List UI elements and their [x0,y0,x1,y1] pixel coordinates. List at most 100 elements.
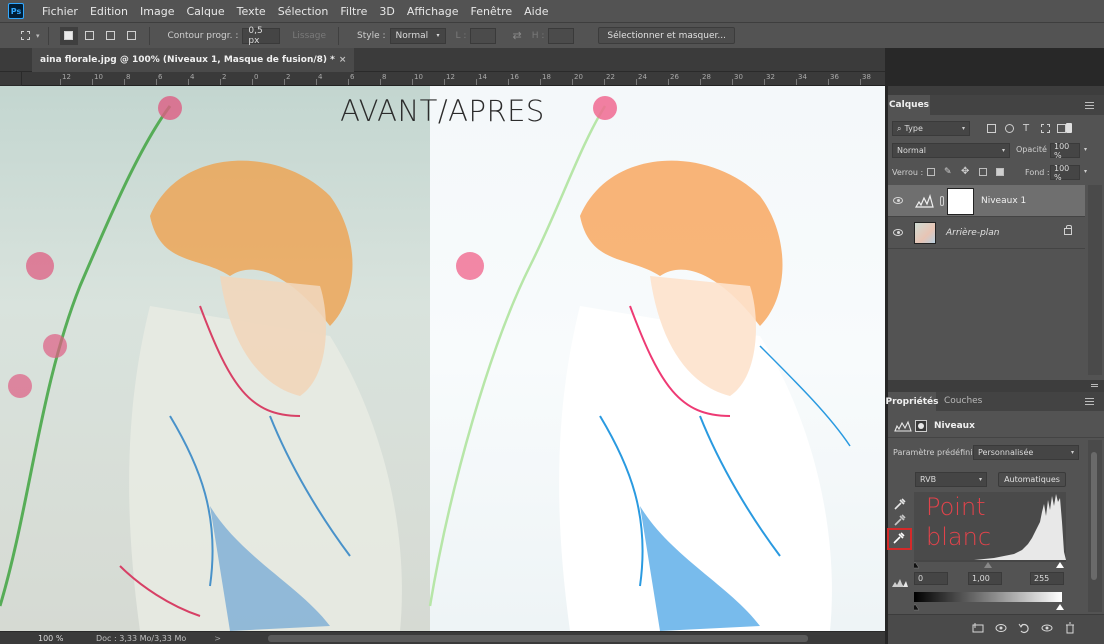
menu-selection[interactable]: Sélection [272,5,335,18]
input-levels-slider[interactable] [914,560,1066,570]
ruler-tick [796,79,797,85]
menu-fichier[interactable]: Fichier [36,5,84,18]
lock-all-icon[interactable] [996,168,1004,176]
collapse-panel-icon[interactable] [1091,384,1098,387]
feather-input[interactable]: 0,5 px [242,26,281,46]
close-tab-icon[interactable]: × [339,55,347,65]
add-selection-icon[interactable] [81,27,99,45]
ruler-tick [828,79,829,85]
input-gamma-value[interactable]: 1,00 [968,572,1002,585]
tool-preset-chevron-icon[interactable]: ▾ [36,32,40,40]
opacity-input[interactable]: 100 % [1050,142,1080,160]
output-levels-slider[interactable] [914,602,1066,612]
menu-image[interactable]: Image [134,5,180,18]
clipping-warning-icon[interactable] [892,578,908,588]
horizontal-ruler[interactable]: 12 10 8 6 4 2 0 2 4 6 8 10 12 14 16 18 20 22 24 26 28 30 32 34 3… [22,72,885,86]
ruler-tick [508,79,509,85]
auto-levels-button[interactable]: Automatiques [998,472,1066,487]
menu-edition[interactable]: Edition [84,5,134,18]
menu-aide[interactable]: Aide [518,5,554,18]
lock-artboard-icon[interactable] [979,168,987,176]
layer-mask-thumbnail[interactable] [947,188,974,215]
channel-select-value: RVB [920,475,937,484]
gamma-input-handle [984,562,992,568]
fill-chevron-icon[interactable]: ▾ [1084,168,1087,175]
menu-fenetre[interactable]: Fenêtre [465,5,519,18]
filter-toggle-switch[interactable] [1066,123,1072,133]
preset-select[interactable]: Personnalisée ▾ [973,445,1079,460]
ruler-label: 38 [862,73,871,81]
layer-filter-select[interactable]: ⌕ Type ▾ [892,121,970,136]
swap-dimensions-icon[interactable]: ⇄ [512,29,521,42]
ruler-label: 4 [190,73,195,81]
layer-name: Niveaux 1 [981,196,1027,206]
channel-select[interactable]: RVB ▾ [915,472,987,487]
white-point-eyedropper-icon[interactable] [892,531,906,545]
status-menu-arrow-icon[interactable]: > [214,634,221,643]
visibility-eye-icon[interactable] [893,197,903,204]
filter-pixel-icon[interactable] [987,124,996,133]
opacity-chevron-icon[interactable]: ▾ [1084,146,1087,153]
toggle-visibility-eye-icon[interactable] [1041,622,1053,634]
properties-panel-menu-icon[interactable] [1085,398,1094,405]
layers-panel-menu-icon[interactable] [1085,102,1094,109]
fill-label: Fond : [1025,168,1050,177]
black-point-eyedropper-icon[interactable] [893,497,907,511]
mask-icon[interactable] [915,420,927,432]
horizontal-scrollbar[interactable] [268,635,808,642]
filter-shape-icon[interactable] [1041,124,1050,133]
filter-type-icon[interactable]: T [1023,124,1032,134]
width-input[interactable] [470,27,497,44]
zoom-level-field[interactable]: 100 % [38,634,88,643]
style-select[interactable]: Normal ▾ [389,27,446,44]
input-white-value[interactable]: 255 [1030,572,1064,585]
mask-link-icon[interactable] [940,196,944,206]
menu-affichage[interactable]: Affichage [401,5,465,18]
document-canvas[interactable]: AVANT/APRES [0,86,885,631]
input-black-value[interactable]: 0 [914,572,948,585]
menu-texte[interactable]: Texte [231,5,272,18]
menu-filtre[interactable]: Filtre [334,5,373,18]
menu-3d[interactable]: 3D [373,5,400,18]
after-artwork [428,96,851,631]
menu-bar: Ps Fichier Edition Image Calque Texte Sé… [0,0,1104,22]
clip-to-layer-icon[interactable] [972,622,984,634]
antialias-checkbox-label[interactable]: Lissage [292,31,326,41]
new-selection-icon[interactable] [59,26,78,45]
lock-position-icon[interactable]: ✥ [961,167,969,177]
visibility-eye-icon[interactable] [893,229,903,236]
levels-adjustment-icon[interactable] [894,420,912,432]
filter-smart-object-icon[interactable] [1057,124,1066,133]
ruler-label: 6 [158,73,163,81]
properties-scrollbar-thumb[interactable] [1091,452,1097,580]
blend-mode-select[interactable]: Normal ▾ [892,143,1010,158]
options-separator [47,26,49,45]
preset-label: Paramètre prédéfini : [893,448,978,457]
ruler-label: 10 [94,73,103,81]
document-tab[interactable]: aina florale.jpg @ 100% (Niveaux 1, Masq… [32,48,355,72]
lock-transparent-icon[interactable] [927,168,935,176]
ruler-tick [124,79,125,85]
height-input[interactable] [548,27,575,44]
select-and-mask-button[interactable]: Sélectionner et masquer... [598,27,735,44]
ruler-tick [220,79,221,85]
background-layer-thumbnail[interactable] [914,222,936,244]
ruler-origin[interactable] [0,72,22,86]
white-point-annotation: Point blanc [926,492,991,552]
layers-scrollbar[interactable] [1088,185,1102,375]
fill-input[interactable]: 100 % [1050,164,1080,182]
gray-point-eyedropper-icon[interactable] [893,513,907,527]
menu-calque[interactable]: Calque [180,5,230,18]
view-previous-state-icon[interactable] [995,622,1007,634]
tab-channels[interactable]: Couches [944,396,982,406]
marquee-tool-icon[interactable] [16,27,34,45]
filter-adjustment-icon[interactable] [1005,124,1014,133]
tab-layers[interactable]: Calques [888,95,930,115]
reset-icon[interactable] [1018,622,1030,634]
tab-properties[interactable]: Propriétés [885,392,939,411]
delete-trash-icon[interactable] [1064,622,1076,634]
intersect-selection-icon[interactable] [123,27,141,45]
lock-image-icon[interactable]: ✎ [944,168,952,177]
subtract-selection-icon[interactable] [102,27,120,45]
ruler-label: 14 [478,73,487,81]
